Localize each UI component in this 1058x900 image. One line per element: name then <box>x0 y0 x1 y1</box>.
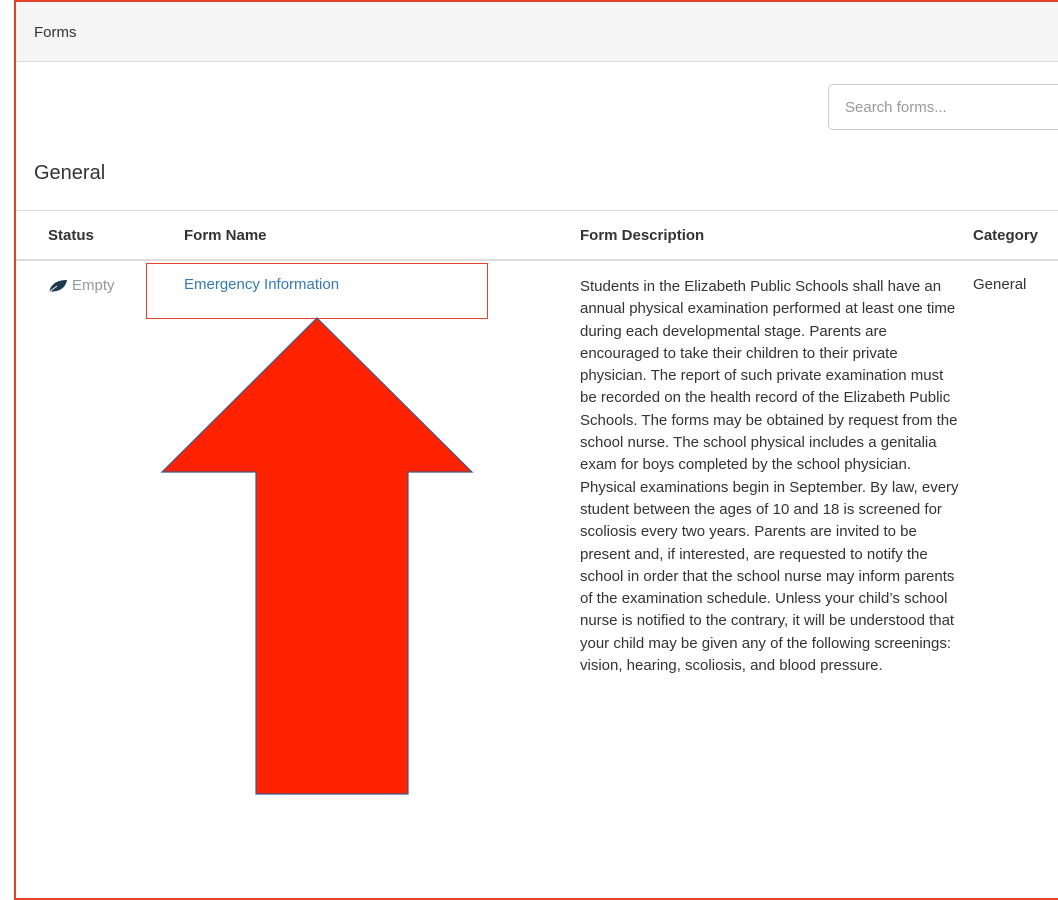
status-label: Empty <box>72 277 115 294</box>
form-link-emergency-information[interactable]: Emergency Information <box>184 276 339 293</box>
form-category: General <box>973 276 1027 293</box>
form-description: Students in the Elizabeth Public Schools… <box>580 278 959 675</box>
status-cell: Empty <box>48 277 115 294</box>
panel-title: Forms <box>34 24 77 41</box>
table-header: Status Form Name Form Description Catego… <box>16 211 1058 261</box>
column-header-form-name[interactable]: Form Name <box>184 227 267 244</box>
leaf-icon <box>48 279 67 292</box>
forms-panel: Forms General Status Form Name Form Desc… <box>14 0 1058 900</box>
forms-table: Status Form Name Form Description Catego… <box>16 210 1058 674</box>
section-title: General <box>34 162 106 184</box>
column-header-category[interactable]: Category <box>973 227 1038 244</box>
search-box[interactable] <box>828 84 1058 130</box>
search-input[interactable] <box>845 85 1058 129</box>
column-header-form-description[interactable]: Form Description <box>580 227 704 244</box>
panel-header: Forms <box>16 2 1058 62</box>
column-header-status[interactable]: Status <box>48 227 94 244</box>
